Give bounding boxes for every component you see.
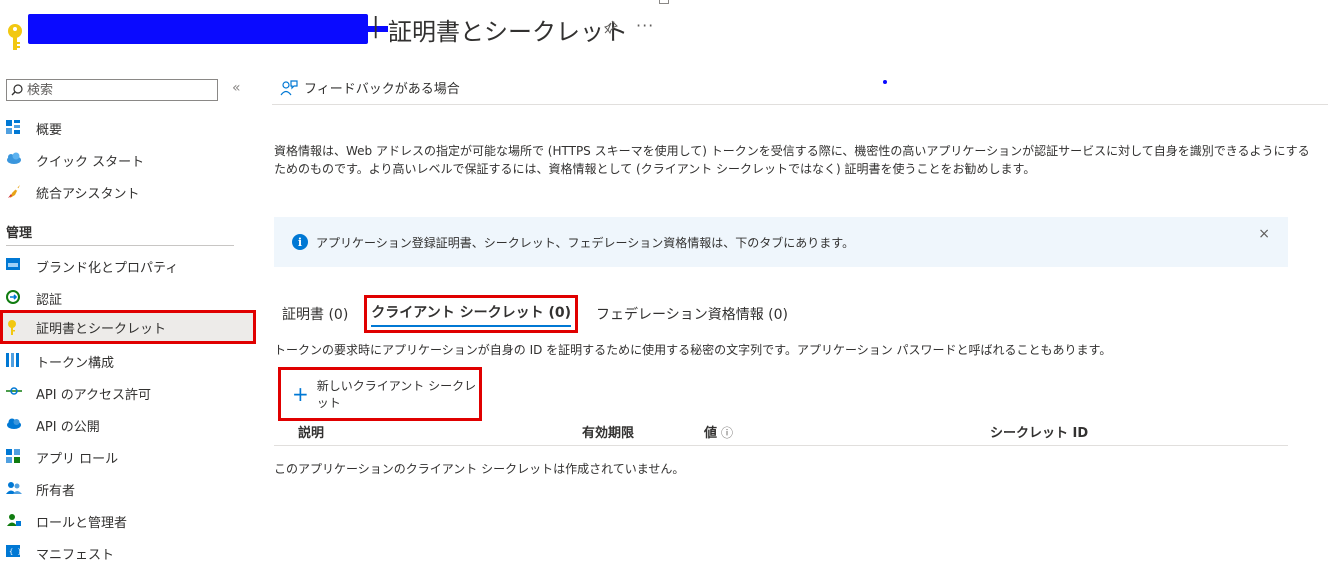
sidebar-item-label: 認証 xyxy=(36,292,63,308)
feedback-icon xyxy=(280,79,298,95)
token-config-icon xyxy=(6,353,22,369)
column-header-secret-id: シークレット ID xyxy=(990,426,1089,441)
tab-certificates[interactable]: 証明書 (0) xyxy=(282,304,348,324)
column-header-expires: 有効期限 xyxy=(582,426,635,441)
sidebar-item-label: トークン構成 xyxy=(36,355,115,371)
sidebar-item-app-roles[interactable]: アプリ ロール xyxy=(0,443,258,471)
plus-icon: + xyxy=(292,382,309,406)
branding-icon xyxy=(6,258,22,274)
key-icon xyxy=(6,319,22,335)
search-icon xyxy=(11,84,23,96)
expose-api-icon xyxy=(6,417,22,433)
sidebar-item-label: 概要 xyxy=(36,122,63,138)
sidebar: « 概要 クイック スタート 統合アシスタント 管理 ブランド化とプロパティ 認… xyxy=(0,62,258,579)
empty-secrets-message: このアプリケーションのクライアント シークレットは作成されていません。 xyxy=(274,462,685,476)
secrets-table-header: 説明 有効期限 値 ⓘ シークレット ID xyxy=(274,418,1288,446)
app-roles-icon xyxy=(6,449,22,465)
search-input[interactable] xyxy=(27,82,207,98)
sidebar-item-label: ブランド化とプロパティ xyxy=(36,260,179,276)
feedback-label: フィードバックがある場合 xyxy=(304,82,460,97)
tab-federated-credentials[interactable]: フェデレーション資格情報 (0) xyxy=(596,304,788,324)
cursor-dot xyxy=(883,80,887,84)
api-permissions-icon xyxy=(6,385,22,401)
manifest-icon: { } xyxy=(6,545,22,561)
window-control xyxy=(659,0,669,4)
page-title: 証明書とシークレット xyxy=(388,18,628,46)
sidebar-item-api-permissions[interactable]: API のアクセス許可 xyxy=(0,379,258,407)
search-box[interactable] xyxy=(6,79,218,101)
pin-icon[interactable] xyxy=(604,20,620,36)
quickstart-icon xyxy=(6,152,22,168)
sidebar-item-label: API のアクセス許可 xyxy=(36,387,152,403)
sidebar-item-label: アプリ ロール xyxy=(36,451,119,467)
sidebar-item-label: ロールと管理者 xyxy=(36,515,128,531)
sidebar-item-label: 所有者 xyxy=(36,483,76,499)
sidebar-item-integration-assistant[interactable]: 統合アシスタント xyxy=(0,178,258,206)
new-client-secret-button[interactable]: + 新しいクライアント シークレット xyxy=(278,367,482,421)
svg-text:{ }: { } xyxy=(9,548,20,556)
info-message: アプリケーション登録証明書、シークレット、フェデレーション資格情報は、下のタブに… xyxy=(316,235,855,250)
key-icon xyxy=(8,24,22,50)
close-icon[interactable]: × xyxy=(1258,226,1270,242)
main-content: フィードバックがある場合 資格情報は、Web アドレスの指定が可能な場所で (H… xyxy=(272,62,1328,579)
sidebar-item-token-config[interactable]: トークン構成 xyxy=(0,347,258,375)
owners-icon xyxy=(6,481,22,497)
sidebar-item-expose-api[interactable]: API の公開 xyxy=(0,411,258,439)
sidebar-item-label: 統合アシスタント xyxy=(36,186,140,202)
toolbar-divider xyxy=(272,104,1328,105)
info-circle-icon[interactable]: ⓘ xyxy=(721,426,733,440)
integration-assistant-icon xyxy=(6,184,22,200)
sidebar-item-overview[interactable]: 概要 xyxy=(0,114,258,142)
sidebar-item-label: 証明書とシークレット xyxy=(36,321,167,337)
sidebar-item-label: クイック スタート xyxy=(36,154,145,170)
sidebar-item-label: マニフェスト xyxy=(36,547,115,563)
info-icon: i xyxy=(292,234,308,250)
section-divider xyxy=(6,245,234,246)
sidebar-item-quickstart[interactable]: クイック スタート xyxy=(0,146,258,174)
column-header-value-label: 値 xyxy=(704,426,718,441)
title-bar: | 証明書とシークレット ··· xyxy=(0,0,1328,62)
sidebar-item-manifest[interactable]: { } マニフェスト xyxy=(0,539,258,567)
column-header-description: 説明 xyxy=(298,426,325,441)
tab-client-secrets[interactable]: クライアント シークレット (0) xyxy=(364,295,579,333)
new-client-secret-label: 新しいクライアント シークレット xyxy=(316,379,477,410)
more-options-icon[interactable]: ··· xyxy=(636,16,654,35)
redacted-app-name xyxy=(28,14,388,44)
sidebar-item-owners[interactable]: 所有者 xyxy=(0,475,258,503)
collapse-sidebar-icon[interactable]: « xyxy=(232,80,241,96)
title-separator: | xyxy=(372,14,380,39)
sidebar-item-label: API の公開 xyxy=(36,419,100,435)
authentication-icon xyxy=(6,290,22,306)
credentials-description: 資格情報は、Web アドレスの指定が可能な場所で (HTTPS スキーマを使用し… xyxy=(274,144,1310,176)
sidebar-item-roles-admins[interactable]: ロールと管理者 xyxy=(0,507,258,535)
client-secret-description: トークンの要求時にアプリケーションが自身の ID を証明するために使用する秘密の… xyxy=(274,343,1112,357)
active-tab-indicator xyxy=(371,325,572,327)
sidebar-item-authentication[interactable]: 認証 xyxy=(0,284,258,312)
section-label-manage: 管理 xyxy=(6,226,33,241)
sidebar-item-certificates-secrets[interactable]: 証明書とシークレット xyxy=(0,310,256,344)
roles-admins-icon xyxy=(6,513,22,529)
credential-tabs: 証明書 (0) クライアント シークレット (0) フェデレーション資格情報 (… xyxy=(282,294,810,334)
sidebar-item-branding[interactable]: ブランド化とプロパティ xyxy=(0,252,258,280)
info-banner: i アプリケーション登録証明書、シークレット、フェデレーション資格情報は、下のタ… xyxy=(274,217,1288,267)
tab-label: クライアント シークレット (0) xyxy=(371,305,572,321)
feedback-button[interactable]: フィードバックがある場合 xyxy=(280,78,460,97)
overview-icon xyxy=(6,120,22,136)
column-header-value: 値 ⓘ xyxy=(704,422,733,441)
